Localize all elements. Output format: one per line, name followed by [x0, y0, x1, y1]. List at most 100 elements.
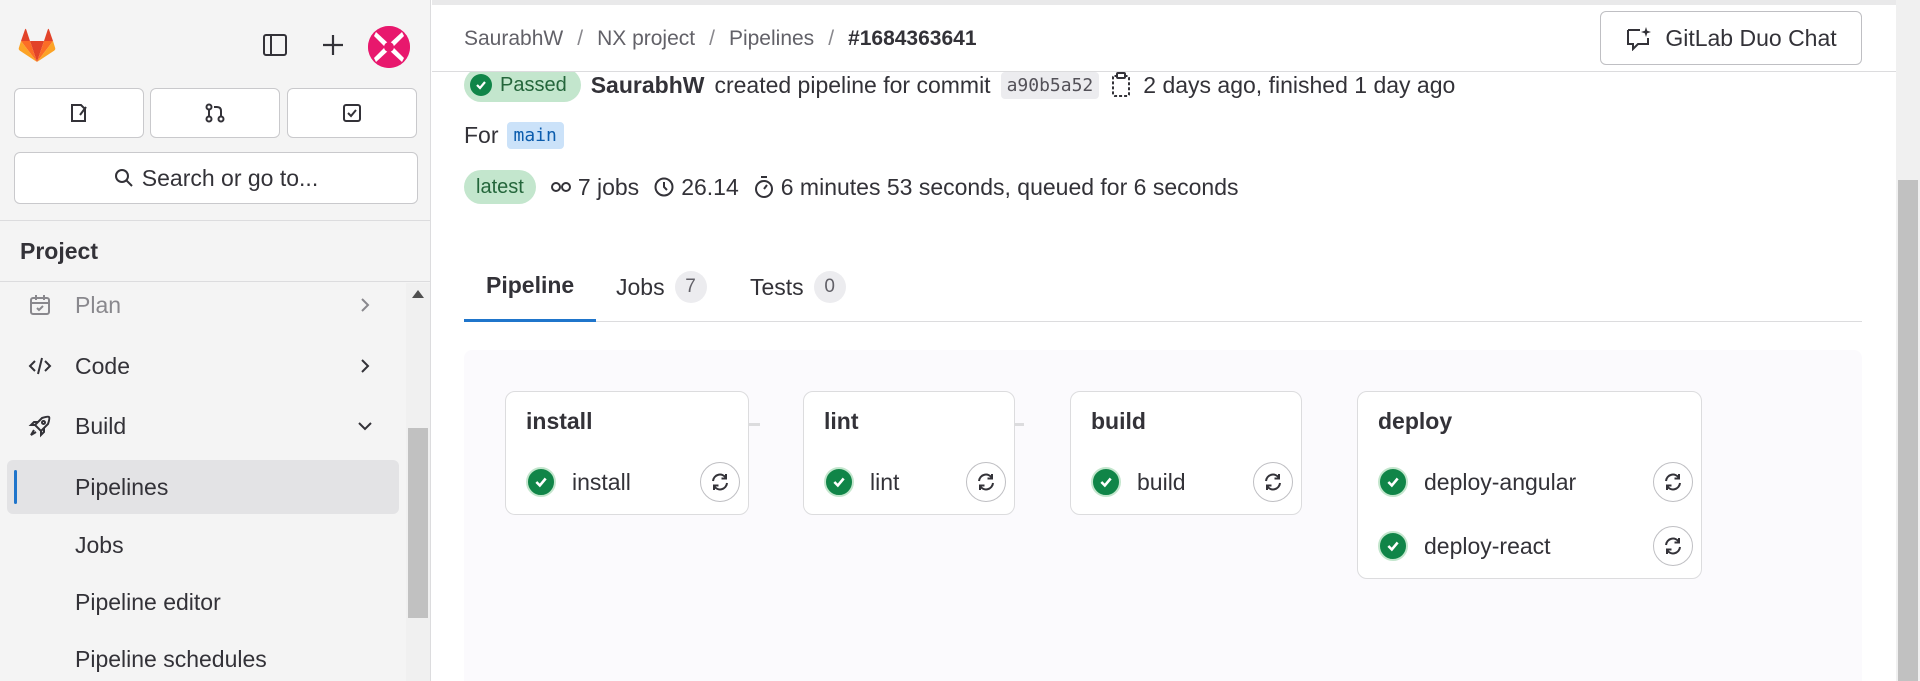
rocket-icon: [28, 415, 51, 438]
tab-label: Jobs: [616, 273, 665, 300]
main-scrollbar-thumb[interactable]: [1898, 180, 1918, 681]
stage-title: install: [526, 408, 593, 434]
retry-icon: [1665, 537, 1681, 555]
sidebar-item-pipeline-schedules[interactable]: Pipeline schedules: [0, 632, 405, 681]
job-name: build: [1137, 468, 1186, 495]
status-label: Passed: [500, 73, 567, 96]
job-success-icon: [824, 467, 854, 497]
tab-tests[interactable]: Tests 0: [750, 252, 846, 322]
top-header: SaurabhW / NX project / Pipelines / #168…: [432, 0, 1896, 72]
pipeline-summary-row: Passed SaurabhW created pipeline for com…: [464, 68, 1455, 102]
pipeline-graph: install install lint lint build build de…: [464, 350, 1862, 681]
status-badge[interactable]: Passed: [464, 68, 581, 102]
sidebar-item-plan[interactable]: Plan: [0, 278, 405, 332]
duo-chat-icon: [1627, 27, 1652, 51]
sidebar-scrollbar-thumb[interactable]: [408, 428, 428, 618]
chevron-right-icon: [361, 298, 370, 312]
sidebar-item-jobs[interactable]: Jobs: [0, 518, 405, 572]
breadcrumb-pipelines[interactable]: Pipelines: [729, 27, 814, 51]
merge-requests-button[interactable]: [150, 88, 280, 138]
breadcrumb-pipeline-id[interactable]: #1684363641: [848, 27, 976, 51]
retry-job-button[interactable]: [1253, 462, 1293, 502]
job-lint[interactable]: lint: [824, 460, 1006, 504]
breadcrumb-separator: /: [709, 27, 715, 50]
stage-build: build build: [1070, 391, 1302, 515]
retry-job-button[interactable]: [1653, 462, 1693, 502]
compute-minutes-text: 26.14: [681, 173, 739, 200]
job-install[interactable]: install: [526, 460, 740, 504]
todo-icon: [343, 104, 361, 122]
merge-request-icon: [205, 103, 225, 123]
gitlab-logo[interactable]: [18, 28, 56, 64]
stage-title: lint: [824, 408, 859, 434]
sidebar-item-label: Pipeline schedules: [75, 645, 267, 672]
code-icon: [28, 357, 52, 375]
job-deploy-angular[interactable]: deploy-angular: [1378, 460, 1693, 504]
branch-badge[interactable]: main: [506, 122, 564, 149]
main-content: SaurabhW / NX project / Pipelines / #168…: [432, 0, 1896, 681]
issues-icon: [71, 104, 87, 122]
sidebar-topbar: [0, 0, 430, 88]
search-label: Search or go to...: [141, 164, 319, 191]
search-icon: [114, 169, 133, 187]
job-deploy-react[interactable]: deploy-react: [1378, 524, 1693, 568]
job-name: deploy-react: [1424, 532, 1551, 559]
sidebar-item-pipelines[interactable]: Pipelines: [7, 460, 399, 514]
tab-pipeline[interactable]: Pipeline: [464, 252, 597, 322]
retry-job-button[interactable]: [1653, 526, 1693, 566]
job-name: lint: [870, 468, 900, 495]
pipeline-time-text: 2 days ago, finished 1 day ago: [1143, 71, 1456, 98]
commit-sha[interactable]: a90b5a52: [1000, 71, 1100, 99]
pipeline-meta-row: latest 7 jobs 26.14 6 minutes 53 seconds…: [464, 170, 1239, 204]
tab-jobs[interactable]: Jobs 7: [616, 252, 707, 322]
duration-text: 6 minutes 53 seconds, queued for 6 secon…: [780, 173, 1239, 200]
job-success-icon: [1091, 467, 1121, 497]
sidebar-item-pipeline-editor[interactable]: Pipeline editor: [0, 575, 405, 629]
stage-title: build: [1091, 408, 1146, 434]
breadcrumb-separator: /: [577, 27, 584, 50]
stage-lint: lint lint: [803, 391, 1015, 515]
breadcrumb: SaurabhW / NX project / Pipelines / #168…: [464, 27, 977, 51]
user-avatar[interactable]: [368, 26, 410, 68]
calendar-icon: [30, 295, 50, 315]
chevron-down-icon: [358, 422, 372, 431]
stage-deploy: deploy deploy-angular deploy-react: [1357, 391, 1702, 579]
jobs-count: 7 jobs: [550, 174, 639, 201]
chevron-right-icon: [361, 359, 370, 373]
sidebar-item-label: Pipeline editor: [75, 588, 221, 615]
create-new-icon[interactable]: [316, 28, 350, 62]
stage-install: install install: [505, 391, 749, 515]
scroll-up-arrow-icon[interactable]: [412, 290, 424, 298]
toggle-sidebar-icon[interactable]: [258, 28, 292, 62]
duration: 6 minutes 53 seconds, queued for 6 secon…: [753, 174, 1239, 201]
timer-icon: [754, 176, 773, 198]
retry-job-button[interactable]: [966, 462, 1006, 502]
sidebar-item-label: Code: [75, 352, 130, 379]
copy-clipboard-icon[interactable]: [1109, 71, 1133, 99]
tab-count: 0: [813, 271, 846, 303]
breadcrumb-project[interactable]: NX project: [597, 27, 695, 51]
retry-icon: [712, 473, 728, 491]
status-success-icon: [470, 74, 492, 96]
sidebar: Search or go to... Project Plan Code Bui…: [0, 0, 431, 681]
search-button[interactable]: Search or go to...: [14, 152, 418, 204]
pipeline-ref-row: For main: [464, 122, 564, 149]
job-success-icon: [1378, 531, 1408, 561]
sidebar-item-build[interactable]: Build: [0, 399, 405, 453]
tab-label: Pipeline: [486, 272, 575, 298]
sidebar-item-label: Jobs: [75, 531, 124, 558]
breadcrumb-user[interactable]: SaurabhW: [464, 27, 563, 51]
todos-button[interactable]: [287, 88, 417, 138]
job-build[interactable]: build: [1091, 460, 1293, 504]
job-success-icon: [1378, 467, 1408, 497]
duo-chat-button[interactable]: GitLab Duo Chat: [1600, 11, 1862, 65]
issues-button[interactable]: [14, 88, 144, 138]
jobs-count-text: 7 jobs: [577, 173, 640, 200]
sidebar-item-label: Plan: [75, 291, 122, 318]
sidebar-item-code[interactable]: Code: [0, 339, 405, 393]
pipeline-author[interactable]: SaurabhW: [591, 72, 705, 99]
retry-job-button[interactable]: [700, 462, 740, 502]
job-name: deploy-angular: [1424, 468, 1577, 495]
retry-icon: [1265, 473, 1281, 491]
project-section-title: Project: [0, 220, 430, 282]
